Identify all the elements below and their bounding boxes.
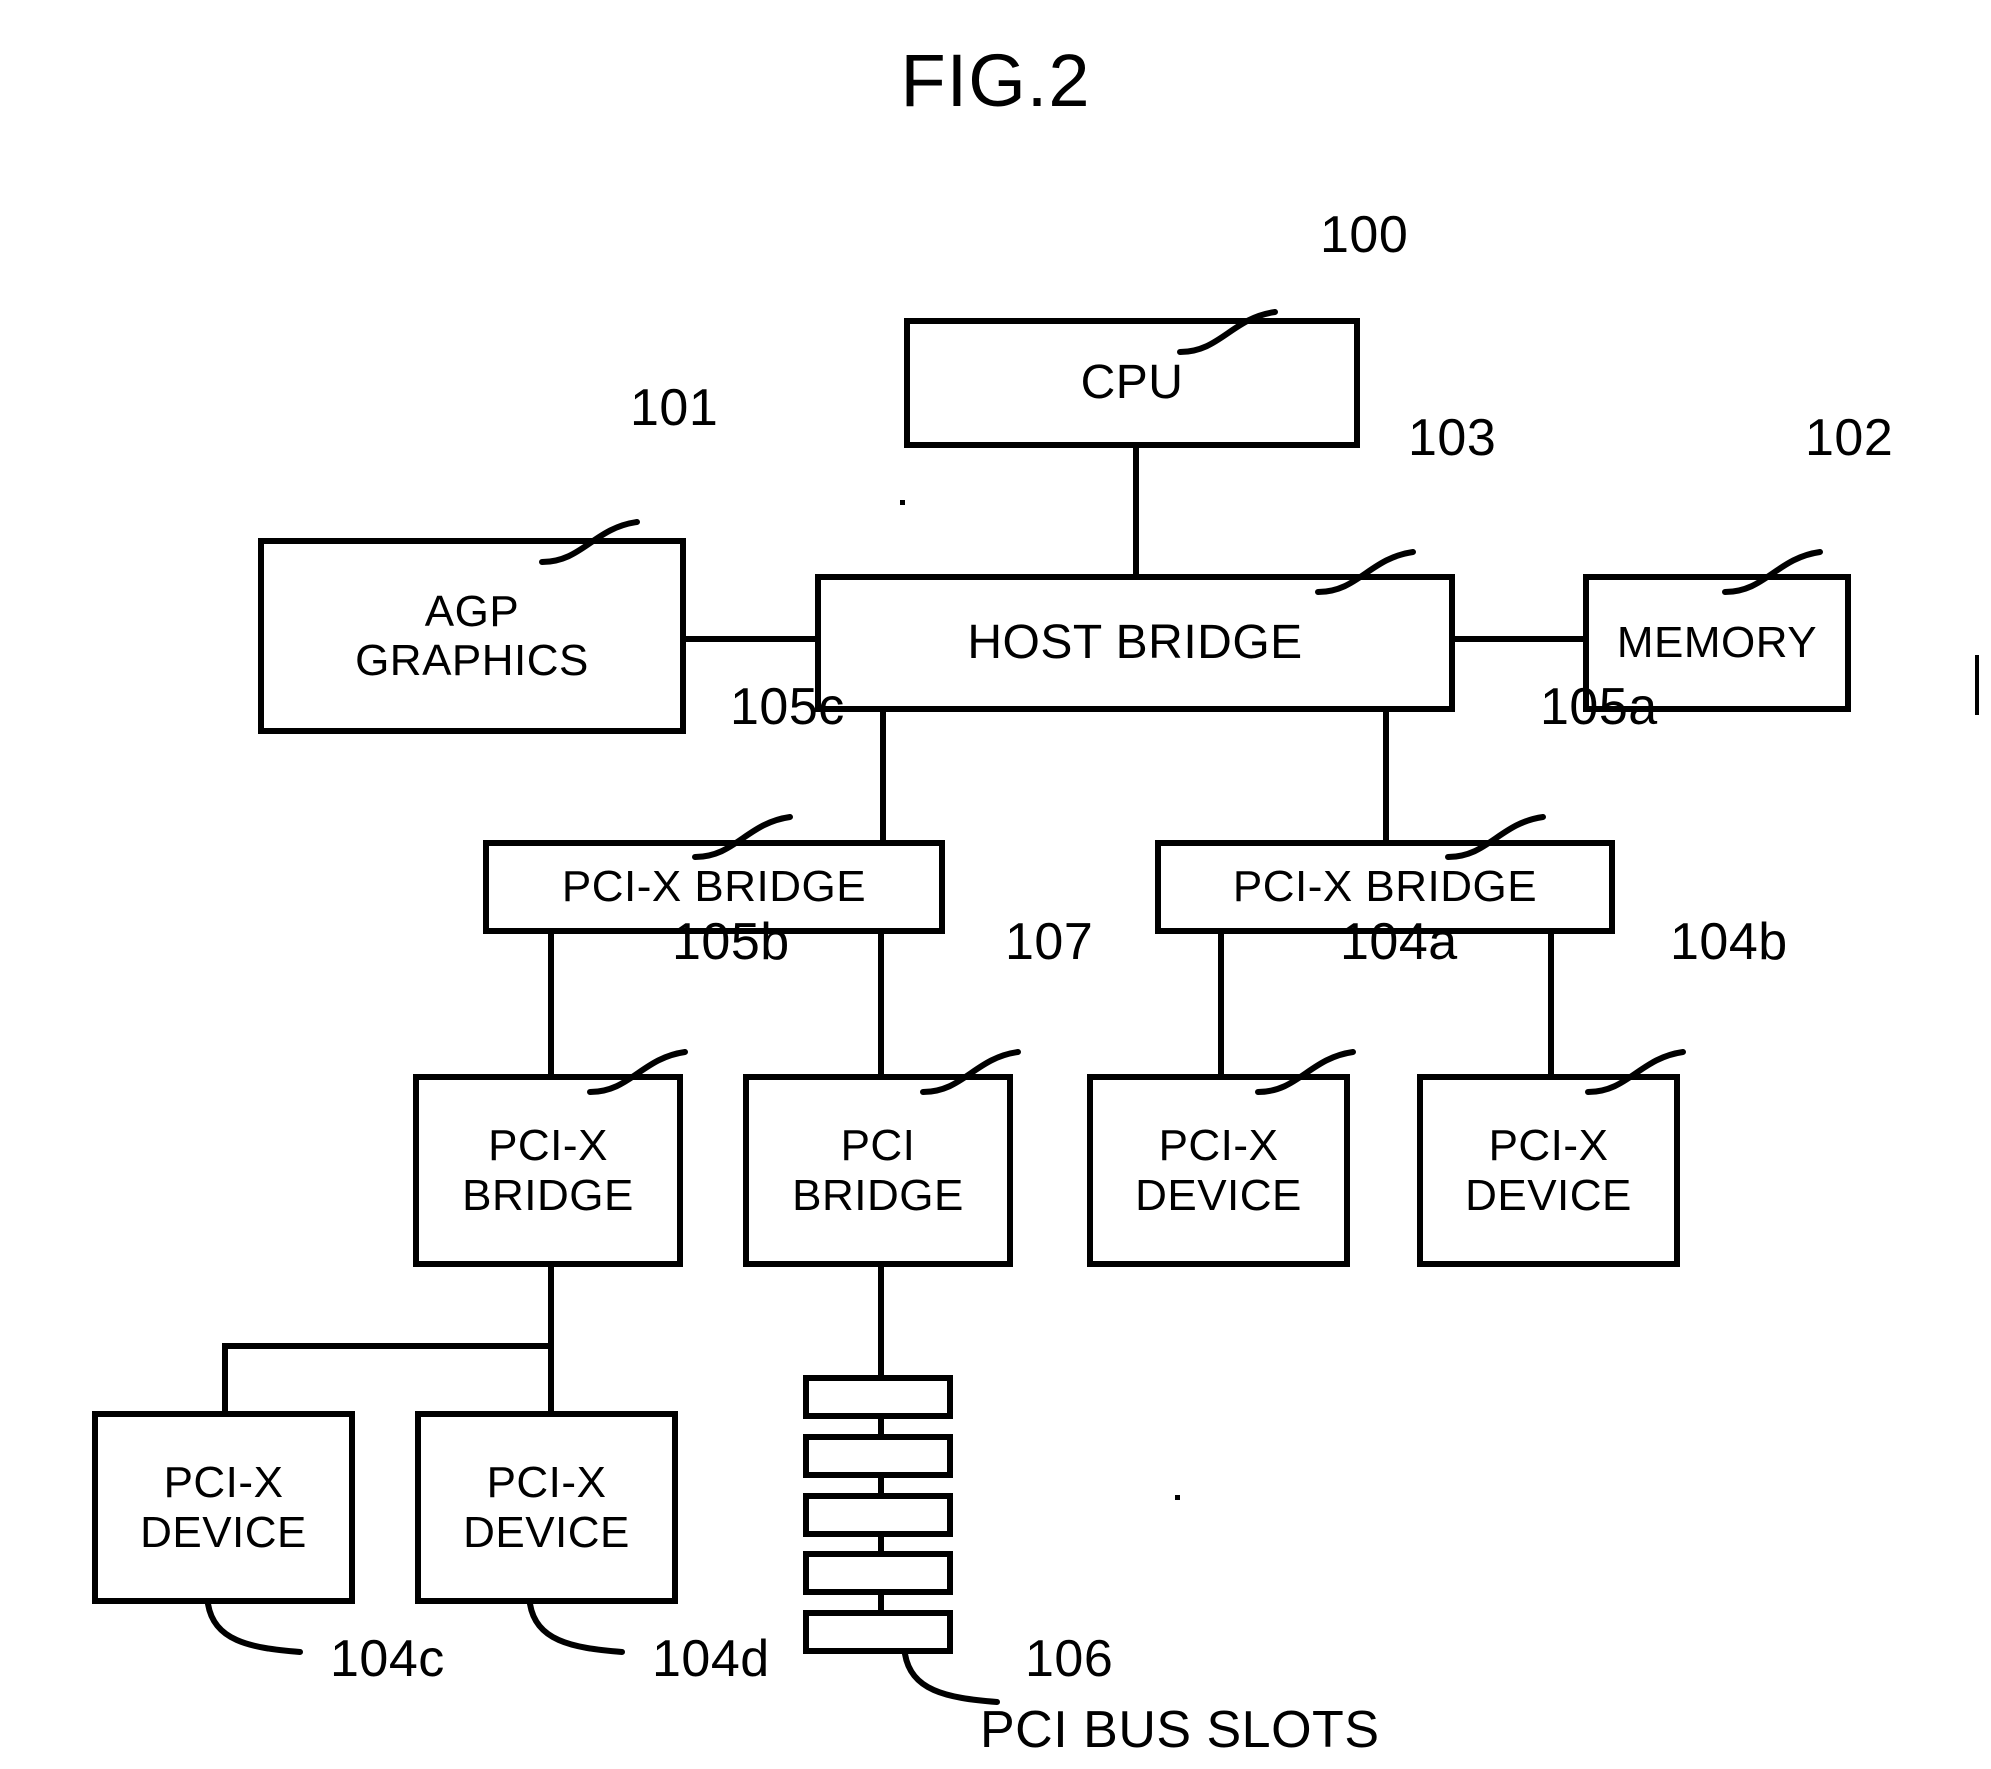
node-pcix-device-d-label: PCI-X DEVICE — [463, 1458, 630, 1557]
wire-pcix-bridge-c-to-pcix-bridge-b — [548, 934, 554, 1074]
wire-bus-to-pcix-device-c — [222, 1343, 228, 1411]
node-pcix-device-d[interactable]: PCI-X DEVICE — [415, 1411, 678, 1604]
wire-pcix-bridge-b-bus — [222, 1343, 554, 1349]
wire-host-bridge-to-pcix-bridge-a — [1383, 712, 1389, 840]
wire-host-bridge-to-pcix-bridge-c — [880, 712, 886, 840]
node-pcix-device-c[interactable]: PCI-X DEVICE — [92, 1411, 355, 1604]
pci-bus-slot[interactable] — [803, 1375, 953, 1419]
node-pcix-bridge-b[interactable]: PCI-X BRIDGE — [413, 1074, 683, 1267]
wire-cpu-to-host-bridge — [1133, 448, 1139, 580]
pci-bus-slot[interactable] — [803, 1434, 953, 1478]
wire-pcix-bridge-a-to-pcix-device-b — [1548, 934, 1554, 1074]
node-pcix-device-a-label: PCI-X DEVICE — [1135, 1121, 1302, 1220]
wire-host-bridge-to-memory — [1454, 636, 1584, 642]
ref-104c: 104c — [330, 1630, 445, 1688]
node-agp-graphics-label: AGP GRAPHICS — [355, 586, 589, 685]
wire-agp-to-host-bridge — [686, 636, 821, 642]
node-pci-bridge-label: PCI BRIDGE — [792, 1121, 964, 1220]
pci-bus-slot[interactable] — [803, 1551, 953, 1595]
scan-speck — [1975, 655, 1979, 715]
scan-speck — [900, 500, 905, 505]
leader-line-105b — [587, 1049, 688, 1095]
leader-line-104a — [1255, 1049, 1356, 1095]
node-memory-label: MEMORY — [1616, 618, 1818, 668]
node-pcix-bridge-a-label: PCI-X BRIDGE — [1232, 862, 1538, 912]
leader-line-101 — [539, 519, 640, 565]
figure-title: FIG.2 — [900, 39, 1091, 122]
ref-101: 101 — [630, 379, 719, 437]
ref-100: 100 — [1320, 206, 1409, 264]
leader-line-107 — [920, 1049, 1021, 1095]
ref-105b: 105b — [672, 913, 790, 971]
scan-speck — [1175, 1495, 1180, 1500]
ref-104d: 104d — [652, 1630, 770, 1688]
leader-line-103 — [1315, 549, 1416, 595]
leader-line-105a — [1445, 814, 1546, 860]
ref-105a: 105a — [1540, 678, 1658, 736]
node-pcix-device-b-label: PCI-X DEVICE — [1465, 1121, 1632, 1220]
leader-line-102 — [1722, 549, 1823, 595]
node-pcix-device-c-label: PCI-X DEVICE — [140, 1458, 307, 1557]
node-pcix-device-b[interactable]: PCI-X DEVICE — [1417, 1074, 1680, 1267]
ref-104a: 104a — [1340, 913, 1458, 971]
pci-bus-slots-caption: PCI BUS SLOTS — [980, 1701, 1380, 1759]
ref-107: 107 — [1005, 913, 1094, 971]
pci-bus-slot[interactable] — [803, 1610, 953, 1654]
leader-line-105c — [692, 814, 793, 860]
wire-pci-bridge-to-bus-slots — [878, 1267, 884, 1375]
node-cpu-label: CPU — [1080, 356, 1184, 410]
ref-102: 102 — [1805, 409, 1894, 467]
wire-bus-to-pcix-device-d — [548, 1343, 554, 1411]
node-pci-bridge[interactable]: PCI BRIDGE — [743, 1074, 1013, 1267]
ref-106: 106 — [1025, 1630, 1114, 1688]
node-pcix-bridge-c-label: PCI-X BRIDGE — [561, 862, 867, 912]
wire-pcix-bridge-b-stub — [548, 1267, 554, 1349]
pci-bus-slot[interactable] — [803, 1493, 953, 1537]
node-pcix-device-a[interactable]: PCI-X DEVICE — [1087, 1074, 1350, 1267]
ref-105c: 105c — [730, 678, 845, 736]
wire-pcix-bridge-a-to-pcix-device-a — [1218, 934, 1224, 1074]
node-pcix-bridge-b-label: PCI-X BRIDGE — [462, 1121, 634, 1220]
leader-line-100 — [1177, 309, 1278, 355]
ref-103: 103 — [1408, 409, 1497, 467]
wire-pcix-bridge-c-to-pci-bridge — [878, 934, 884, 1074]
ref-104b: 104b — [1670, 913, 1788, 971]
leader-line-104b — [1585, 1049, 1686, 1095]
node-host-bridge-label: HOST BRIDGE — [967, 616, 1303, 670]
figure-canvas: FIG.2 CPU AGP GRAPHICS HOST BRIDGE MEMOR… — [0, 0, 1991, 1769]
